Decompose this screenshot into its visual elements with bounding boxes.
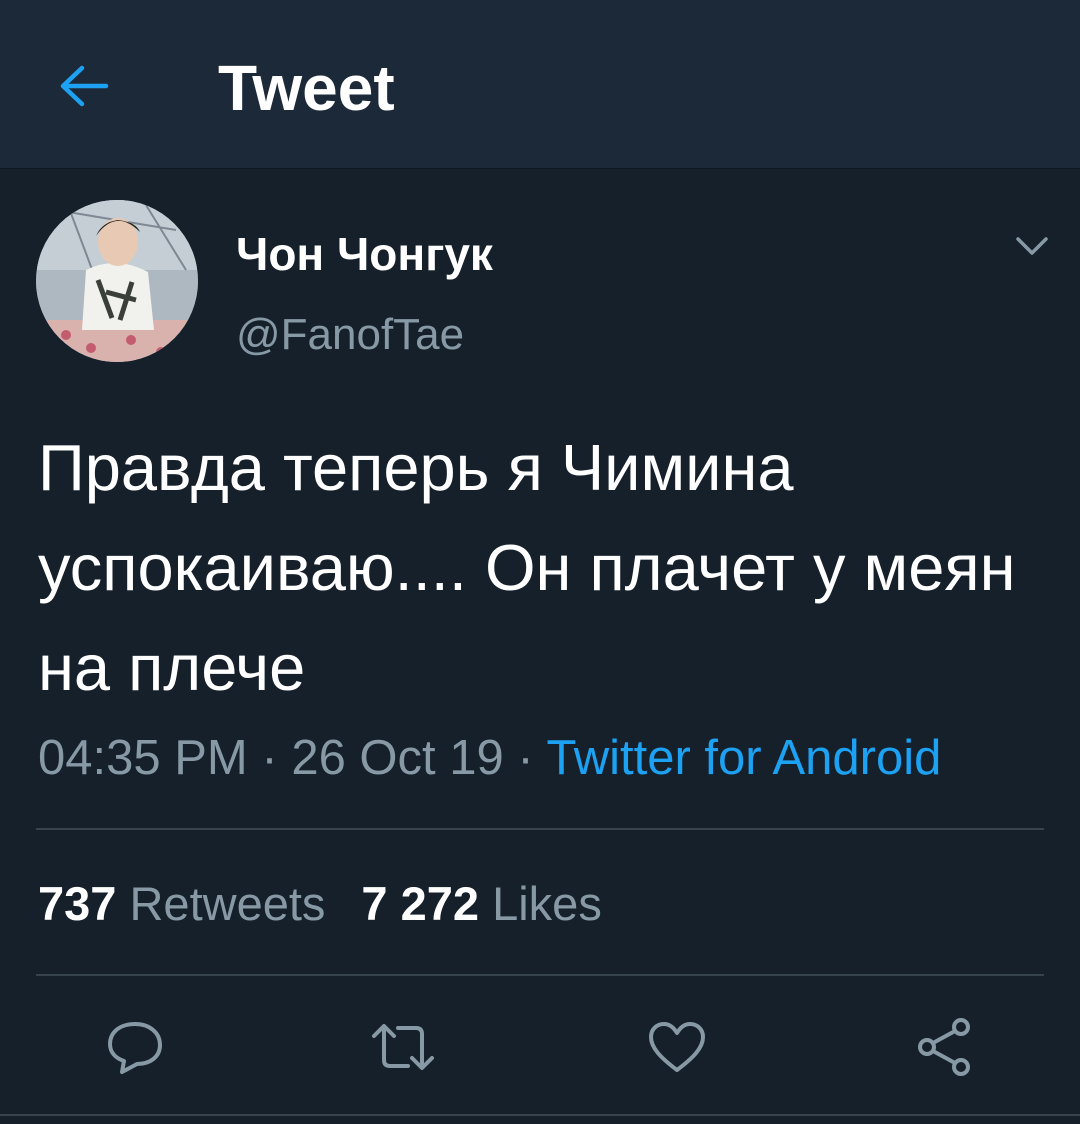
- likes-stat[interactable]: 7 272 Likes: [361, 877, 601, 930]
- like-button[interactable]: [642, 1012, 712, 1082]
- divider: [36, 828, 1044, 830]
- meta-separator: ·: [517, 731, 534, 785]
- bottom-divider: [0, 1114, 1080, 1116]
- speech-bubble-icon: [108, 1022, 162, 1074]
- retweets-label: Retweets: [129, 877, 326, 930]
- retweets-count: 737: [38, 877, 117, 930]
- heart-icon: [649, 1022, 705, 1072]
- tweet-menu-button[interactable]: [1008, 226, 1056, 266]
- author-display-name[interactable]: Чон Чонгук: [236, 226, 493, 282]
- divider: [36, 974, 1044, 976]
- meta-separator: ·: [261, 731, 278, 785]
- share-icon: [918, 1018, 970, 1076]
- tweet-time: 04:35 PM: [38, 731, 248, 785]
- top-app-bar: Tweet: [0, 0, 1080, 169]
- share-button[interactable]: [910, 1012, 980, 1082]
- tweet-source-link[interactable]: Twitter for Android: [546, 731, 941, 785]
- tweet-date: 26 Oct 19: [291, 731, 504, 785]
- retweets-stat[interactable]: 737 Retweets: [38, 877, 325, 930]
- tweet-metadata: 04:35 PM · 26 Oct 19 · Twitter for Andro…: [38, 728, 941, 788]
- page-title: Tweet: [218, 52, 395, 124]
- tweet-stats: 737 Retweets 7 272 Likes: [38, 874, 602, 934]
- chevron-down-icon: [1016, 237, 1048, 255]
- avatar-photo: [36, 200, 198, 362]
- retweet-icon: [372, 1024, 434, 1070]
- likes-label: Likes: [492, 877, 602, 930]
- reply-button[interactable]: [100, 1012, 170, 1082]
- avatar[interactable]: [36, 200, 198, 362]
- author-handle[interactable]: @FanofTae: [236, 308, 464, 362]
- tweet-text: Правда теперь я Чимина успокаиваю.... Он…: [38, 431, 1016, 704]
- likes-count: 7 272: [361, 877, 480, 930]
- back-button[interactable]: [48, 50, 120, 122]
- retweet-button[interactable]: [368, 1012, 438, 1082]
- arrow-left-icon: [60, 65, 109, 107]
